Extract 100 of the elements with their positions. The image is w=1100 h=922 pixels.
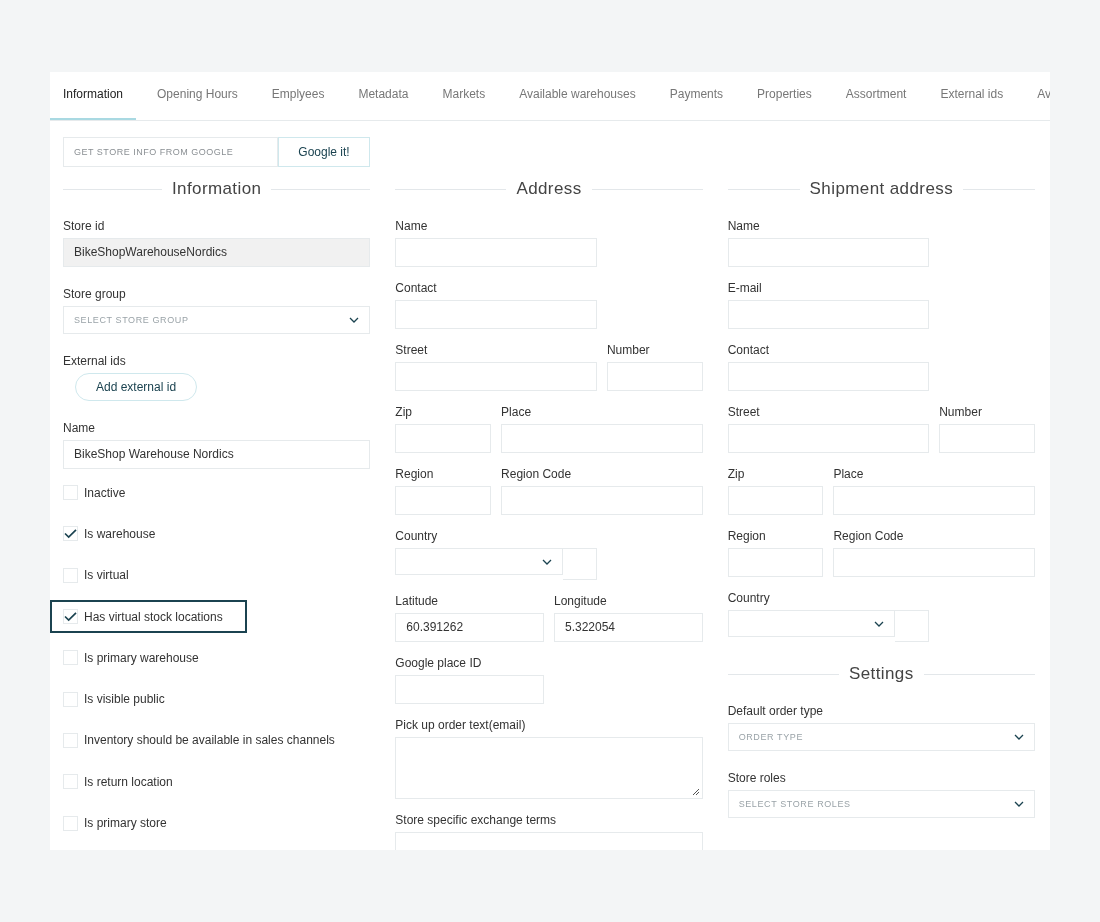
field-label: Longitude <box>554 594 608 608</box>
field-label: External ids <box>63 354 127 368</box>
tab[interactable]: Markets <box>429 72 499 120</box>
chevron-down-icon <box>349 317 360 323</box>
tab[interactable]: Properties <box>744 72 825 120</box>
field-label: Zip <box>727 467 746 481</box>
field-label: Store roles <box>727 771 787 785</box>
chevron-down-icon <box>1014 734 1024 740</box>
checkbox[interactable] <box>63 609 78 625</box>
field-label: Name <box>63 421 96 435</box>
input-field[interactable] <box>727 238 930 267</box>
field-label: Country <box>395 529 439 543</box>
input-field[interactable] <box>395 486 492 515</box>
chevron-down-icon <box>874 620 885 627</box>
checkbox-label: Is visible public <box>84 692 165 707</box>
input-field[interactable] <box>833 486 1035 515</box>
field-label: Zip <box>395 405 413 419</box>
field-label: Region Code <box>833 529 905 543</box>
field-label: Store id <box>63 219 106 233</box>
tab[interactable]: Assortment <box>832 72 920 120</box>
chevron-down-icon <box>1014 801 1024 807</box>
input-field[interactable] <box>606 362 703 391</box>
field-label: Default order type <box>727 704 825 718</box>
google-it-button[interactable]: Google it! <box>278 137 370 167</box>
field-label: Latitude <box>395 594 440 608</box>
input-field[interactable]: 5.322054 <box>554 613 703 642</box>
checkbox-label: Is warehouse <box>84 526 156 541</box>
name-field[interactable]: BikeShop Warehouse Nordics <box>63 440 371 469</box>
field-label: E-mail <box>727 281 763 295</box>
field-label: Name <box>727 219 761 233</box>
checkbox[interactable] <box>63 691 78 707</box>
input-field[interactable]: 60.391262 <box>395 613 544 642</box>
field-label: Contact <box>395 281 438 295</box>
google-search-field[interactable]: GET STORE INFO FROM GOOGLE <box>63 137 278 167</box>
section-title: Information <box>171 179 262 199</box>
field-label: Contact <box>727 343 770 357</box>
resize-handle-icon <box>691 788 700 796</box>
tab[interactable]: Emplyees <box>258 72 338 120</box>
add-external-id-button[interactable]: Add external id <box>75 373 198 401</box>
select-field[interactable]: ORDER TYPE <box>727 723 1035 751</box>
checkbox-label: Has virtual stock locations <box>84 609 223 624</box>
checkbox-label: Is primary store <box>84 816 167 830</box>
input-field[interactable] <box>727 424 930 453</box>
select-field[interactable]: SELECT STORE ROLES <box>727 790 1035 818</box>
tab[interactable]: Payments <box>656 72 737 120</box>
input-field[interactable] <box>501 424 703 453</box>
tab[interactable]: Av <box>1024 72 1050 120</box>
country-code-field[interactable] <box>562 548 597 580</box>
checkbox-label: Is virtual <box>84 568 129 583</box>
section-title: Shipment address <box>809 179 954 199</box>
text-area[interactable] <box>395 737 703 799</box>
tab[interactable]: Metadata <box>345 72 422 120</box>
input-field[interactable] <box>395 424 492 453</box>
input-field[interactable] <box>727 300 930 329</box>
country-select[interactable] <box>395 548 563 575</box>
input-field[interactable] <box>939 424 1035 453</box>
input-field[interactable] <box>727 486 824 515</box>
tab[interactable]: External ids <box>927 72 1017 120</box>
input-field[interactable] <box>501 486 703 515</box>
field-label: Name <box>395 219 429 233</box>
tab[interactable]: Opening Hours <box>144 72 251 120</box>
checkbox[interactable] <box>63 567 78 583</box>
checkbox[interactable] <box>63 815 78 831</box>
checkbox-label: Inactive <box>84 485 126 500</box>
checkbox-label: Inventory should be available in sales channels <box>84 733 335 748</box>
checkbox[interactable] <box>63 732 78 748</box>
tab[interactable]: Available warehouses <box>506 72 649 120</box>
tab[interactable]: Information <box>50 72 137 120</box>
input-field[interactable] <box>727 362 930 391</box>
checkbox[interactable] <box>63 650 78 666</box>
field-label: Region <box>727 529 767 543</box>
field-label: Place <box>833 467 865 481</box>
field-label: Pick up order text(email) <box>395 718 527 732</box>
checkbox-label: Is return location <box>84 774 173 789</box>
field-label: Google place ID <box>395 656 483 670</box>
input-field[interactable] <box>395 362 597 391</box>
section-title: Settings <box>849 664 914 684</box>
country-select[interactable] <box>727 610 896 637</box>
field-label: Street <box>395 343 429 357</box>
chevron-down-icon <box>541 558 552 565</box>
store-group-select[interactable]: SELECT STORE GROUP <box>63 306 371 334</box>
field-label: Country <box>727 591 771 605</box>
input-field[interactable] <box>395 675 544 704</box>
field-label: Street <box>727 405 761 419</box>
field-label: Region Code <box>501 467 573 481</box>
field-label: Number <box>606 343 651 357</box>
field-label: Store specific exchange terms <box>395 813 558 827</box>
checkbox[interactable] <box>63 485 78 501</box>
input-field[interactable] <box>833 548 1035 577</box>
input-field[interactable] <box>395 238 597 267</box>
checkbox-label: Is primary warehouse <box>84 650 199 665</box>
input-field[interactable] <box>727 548 824 577</box>
field-label: Number <box>939 405 983 419</box>
checkbox[interactable] <box>63 774 78 790</box>
input-field[interactable] <box>395 300 597 329</box>
checkbox[interactable] <box>63 526 78 542</box>
field-label: Region <box>395 467 435 481</box>
country-code-field[interactable] <box>895 610 930 642</box>
field-label: Store group <box>63 287 127 301</box>
field-label: Place <box>501 405 533 419</box>
